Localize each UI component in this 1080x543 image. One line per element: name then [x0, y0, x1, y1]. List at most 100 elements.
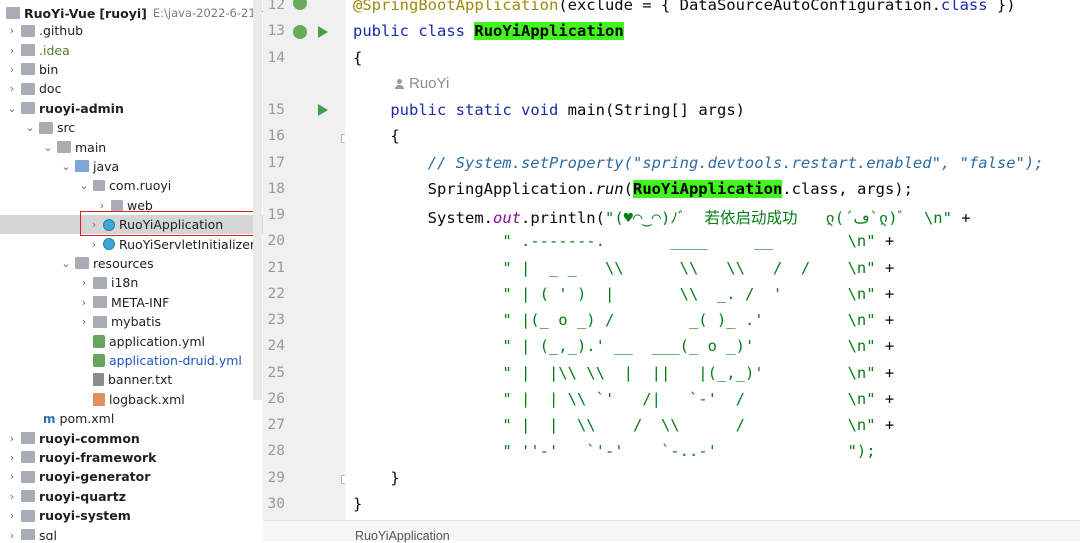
code-token: + — [875, 285, 895, 303]
keyword-token: static — [455, 101, 512, 119]
tree-item-ruoyiservletinitializer[interactable]: › RuoYiServletInitializer — [0, 234, 263, 253]
tree-item-label: com.ruoyi — [109, 178, 172, 194]
tree-item-logback-xml[interactable]: logback.xml — [0, 390, 263, 409]
module-folder-icon — [21, 470, 35, 483]
tree-item-ruoyi-framework[interactable]: › ruoyi-framework — [0, 448, 263, 467]
folder-icon — [93, 296, 107, 309]
tree-item-label: META-INF — [111, 294, 170, 310]
tree-item-pom-xml[interactable]: m pom.xml — [0, 409, 263, 428]
chevron-right-icon[interactable]: › — [78, 296, 90, 309]
breadcrumb-item[interactable]: RuoYiApplication — [355, 529, 450, 543]
chevron-right-icon[interactable]: › — [6, 470, 18, 483]
resources-folder-icon — [75, 257, 89, 270]
tree-item-label: sql — [39, 527, 57, 540]
folder-icon — [21, 44, 35, 57]
tree-item-label: src — [57, 120, 76, 136]
tree-item-application-druid-yml[interactable]: application-druid.yml — [0, 351, 263, 370]
tree-item-meta-inf[interactable]: › META-INF — [0, 293, 263, 312]
run-class-icon[interactable] — [318, 26, 328, 38]
tree-item-ruoyi-common[interactable]: › ruoyi-common — [0, 428, 263, 447]
string-token: " | _ _ \\ \\ \\ / / \n" — [502, 259, 876, 277]
tree-item-label: banner.txt — [108, 372, 173, 388]
tree-item-sql[interactable]: › sql — [0, 525, 263, 540]
line-number: 20 — [267, 233, 285, 249]
xml-file-icon — [93, 392, 105, 406]
tree-item-com-ruoyi[interactable]: ⌄ com.ruoyi — [0, 176, 263, 195]
chevron-right-icon[interactable]: › — [88, 238, 100, 251]
tree-item-label: bin — [39, 61, 59, 77]
code-line-15: public static void main(String[] args) — [353, 101, 745, 119]
code-token: (exclude = { DataSourceAutoConfiguration… — [558, 0, 941, 14]
keyword-token: void — [521, 101, 559, 119]
chevron-down-icon[interactable]: ⌄ — [60, 160, 72, 173]
string-token: " ''-' `'-' `-..-' "); — [502, 442, 876, 460]
line-number: 27 — [267, 417, 285, 433]
package-icon — [111, 199, 123, 211]
tree-item-label: ruoyi-generator — [39, 469, 151, 485]
chevron-right-icon[interactable]: › — [6, 490, 18, 503]
line-number: 26 — [267, 391, 285, 407]
tree-item-resources[interactable]: ⌄ resources — [0, 254, 263, 273]
code-line-29: } — [353, 469, 400, 487]
tree-item-java[interactable]: ⌄ java — [0, 157, 263, 176]
string-token: " | (_,_).' __ ___(_ o _)' \n" — [502, 337, 876, 355]
chevron-right-icon[interactable]: › — [6, 63, 18, 76]
module-folder-icon — [21, 509, 35, 522]
module-folder-icon — [6, 7, 20, 19]
tree-item-label: main — [75, 139, 107, 155]
tree-item-application-yml[interactable]: application.yml — [0, 331, 263, 350]
package-icon — [93, 180, 105, 192]
code-line-25: " | |\\ \\ | || |(_,_)' \n" + — [353, 364, 894, 382]
chevron-right-icon[interactable]: › — [6, 451, 18, 464]
run-main-icon[interactable] — [318, 104, 328, 116]
chevron-right-icon[interactable]: › — [96, 199, 108, 212]
keyword-token: class — [418, 22, 466, 40]
tree-item-ruoyi-quartz[interactable]: › ruoyi-quartz — [0, 487, 263, 506]
tree-item-idea[interactable]: › .idea — [0, 40, 263, 59]
line-number: 16 — [267, 128, 285, 144]
code-line-20: " .-------. ____ __ \n" + — [353, 232, 894, 250]
yaml-file-icon — [93, 353, 105, 367]
tree-item-label: application.yml — [109, 333, 205, 349]
chevron-right-icon[interactable]: › — [6, 24, 18, 37]
source-folder-icon — [75, 160, 89, 173]
chevron-right-icon[interactable]: › — [6, 432, 18, 445]
tree-scrollbar[interactable] — [253, 0, 262, 400]
chevron-right-icon[interactable]: › — [78, 315, 90, 328]
line-number: 14 — [267, 50, 285, 66]
tree-item-mybatis[interactable]: › mybatis — [0, 312, 263, 331]
chevron-right-icon[interactable]: › — [78, 276, 90, 289]
chevron-down-icon[interactable]: ⌄ — [6, 102, 18, 115]
code-editor[interactable]: @SpringBootApplication(exclude = { DataS… — [345, 0, 1080, 520]
line-number: 15 — [267, 102, 285, 118]
spring-boot-gutter-icon[interactable] — [293, 25, 307, 39]
tree-item-main[interactable]: ⌄ main — [0, 137, 263, 156]
chevron-down-icon[interactable]: ⌄ — [60, 257, 72, 270]
tree-item-ruoyi-admin[interactable]: ⌄ ruoyi-admin — [0, 99, 263, 118]
tree-item-doc[interactable]: › doc — [0, 79, 263, 98]
tree-item-label: pom.xml — [59, 411, 115, 427]
line-number: 28 — [267, 443, 285, 459]
string-token: " | ( ' ) | \\ _. / ' \n" — [502, 285, 876, 303]
tree-item-i18n[interactable]: › i18n — [0, 273, 263, 292]
chevron-down-icon[interactable]: ⌄ — [42, 141, 54, 154]
chevron-right-icon[interactable]: › — [6, 82, 18, 95]
chevron-down-icon[interactable]: ⌄ — [78, 179, 90, 192]
chevron-right-icon[interactable]: › — [6, 44, 18, 57]
tree-item-bin[interactable]: › bin — [0, 60, 263, 79]
chevron-down-icon[interactable]: ⌄ — [24, 121, 36, 134]
chevron-right-icon[interactable]: › — [6, 509, 18, 522]
tree-item-src[interactable]: ⌄ src — [0, 118, 263, 137]
tree-item-ruoyi-generator[interactable]: › ruoyi-generator — [0, 467, 263, 486]
code-token: }) — [987, 0, 1016, 14]
code-token: } — [390, 469, 400, 487]
chevron-right-icon[interactable]: › — [6, 529, 18, 540]
tree-item-ruoyi-system[interactable]: › ruoyi-system — [0, 506, 263, 525]
tree-item-github[interactable]: › .github — [0, 21, 263, 40]
person-icon — [395, 79, 404, 90]
author-name: RuoYi — [409, 75, 450, 92]
folder-icon — [39, 121, 53, 134]
tree-item-banner-txt[interactable]: banner.txt — [0, 370, 263, 389]
annotation-token: @SpringBootApplication — [353, 0, 559, 14]
project-root-path: E:\java-2022-6-21\ruoy — [152, 6, 263, 20]
